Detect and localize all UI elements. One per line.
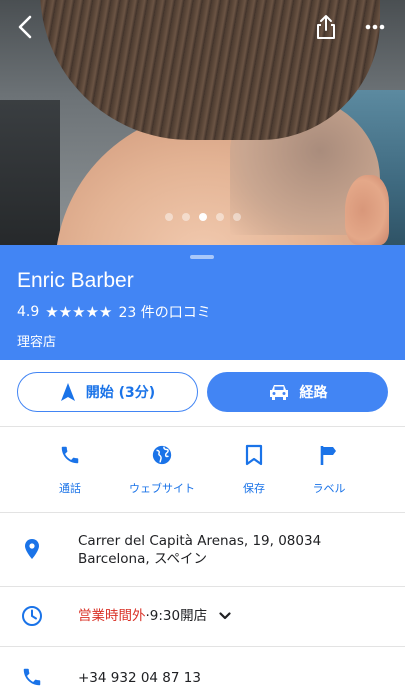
call-label: 通話 xyxy=(59,482,81,495)
call-action[interactable]: 通話 xyxy=(25,440,115,496)
address-row[interactable]: Carrer del Capità Arenas, 19, 08034 Barc… xyxy=(0,513,405,585)
place-photo[interactable] xyxy=(0,0,405,245)
phone-icon xyxy=(25,440,115,470)
rating-row[interactable]: 4.9 ★★★★★ 23 件の口コミ xyxy=(17,302,211,322)
action-buttons: 開始 (3分) 経路 xyxy=(0,372,405,414)
place-header: Enric Barber 4.9 ★★★★★ 23 件の口コミ 理容店 xyxy=(0,245,405,360)
hours-row[interactable]: 営業時間外 · 9:30開店 xyxy=(0,587,405,645)
rating-value: 4.9 xyxy=(17,304,40,320)
hours-next-open: 9:30開店 xyxy=(149,608,208,624)
place-category: 理容店 xyxy=(17,335,57,350)
phone-number[interactable]: +34 932 04 87 13 xyxy=(78,669,201,687)
phone-icon xyxy=(18,663,46,691)
star-rating-icon: ★★★★★ xyxy=(45,303,113,321)
address-line1: Carrer del Capità Arenas, 19, 08034 xyxy=(78,533,322,549)
photo-ear xyxy=(345,175,389,245)
address-line2: Barcelona, スペイン xyxy=(78,551,207,567)
clock-icon xyxy=(18,602,46,630)
photo-background-left xyxy=(0,100,60,245)
hours-status: 営業時間外 xyxy=(78,608,146,624)
hours-text: 営業時間外 · 9:30開店 xyxy=(78,607,231,625)
navigation-arrow-icon xyxy=(60,383,75,401)
place-title: Enric Barber xyxy=(17,269,134,292)
pager-dot[interactable] xyxy=(215,213,224,221)
pager-dot[interactable] xyxy=(164,213,173,221)
photo-pager[interactable] xyxy=(0,213,405,221)
review-count[interactable]: 23 件の口コミ xyxy=(119,302,211,322)
address-text: Carrer del Capità Arenas, 19, 08034 Barc… xyxy=(78,532,321,568)
more-horizontal-icon[interactable] xyxy=(360,12,390,42)
location-pin-icon xyxy=(18,535,46,563)
drag-handle[interactable] xyxy=(190,255,214,259)
flag-icon xyxy=(284,440,374,470)
share-icon[interactable] xyxy=(311,12,341,42)
label-action[interactable]: ラベル xyxy=(284,440,374,496)
pager-dot[interactable] xyxy=(181,213,190,221)
chevron-down-icon[interactable] xyxy=(219,612,231,620)
pager-dot-active[interactable] xyxy=(198,213,207,221)
directions-button-label: 経路 xyxy=(299,385,328,401)
start-button-label: 開始 (3分) xyxy=(85,385,156,401)
pager-dot[interactable] xyxy=(232,213,241,221)
phone-row[interactable]: +34 932 04 87 13 xyxy=(0,647,405,696)
label-label: ラベル xyxy=(312,482,346,495)
directions-button[interactable]: 経路 xyxy=(207,372,388,412)
quick-actions: 通話 ウェブサイト 保存 ラベル xyxy=(0,440,405,500)
start-navigation-button[interactable]: 開始 (3分) xyxy=(17,372,198,412)
chevron-left-icon[interactable] xyxy=(10,12,40,42)
globe-icon xyxy=(117,440,207,470)
car-icon xyxy=(269,385,288,400)
website-label: ウェブサイト xyxy=(129,482,195,495)
divider xyxy=(0,426,405,427)
website-action[interactable]: ウェブサイト xyxy=(117,440,207,496)
